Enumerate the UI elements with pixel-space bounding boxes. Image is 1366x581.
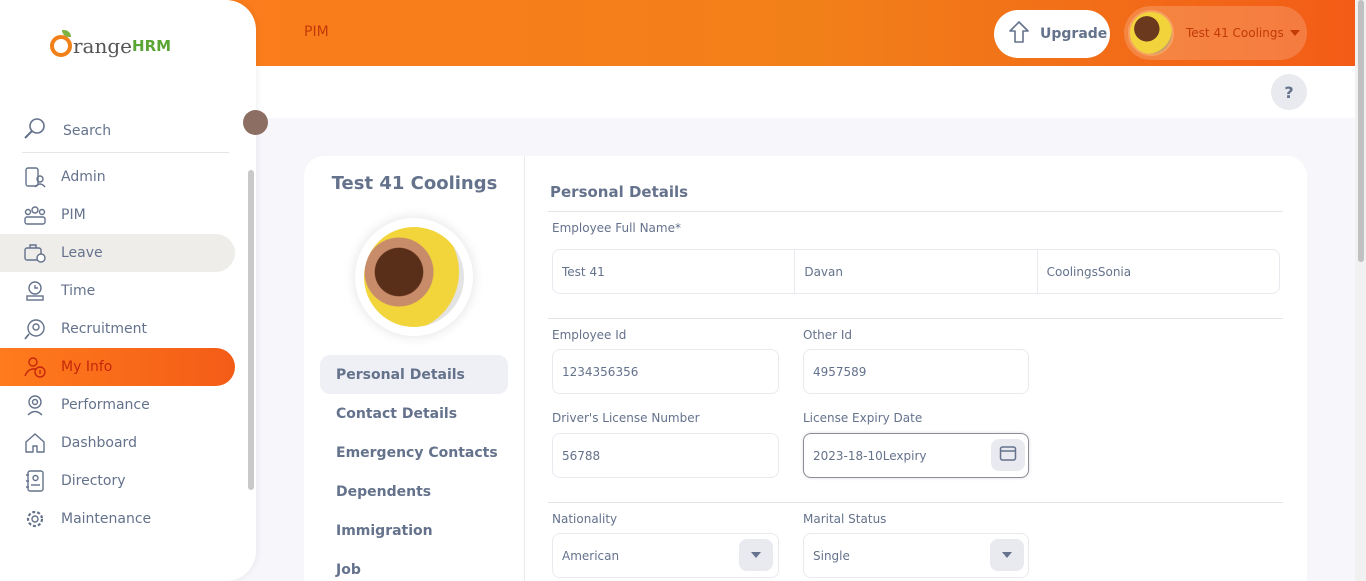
sidebar-item-label: My Info <box>61 359 113 375</box>
section-divider <box>548 211 1283 212</box>
search-icon <box>22 116 48 146</box>
full-name-group: Test 41 Davan CoolingsSonia <box>552 249 1280 294</box>
form-divider <box>548 318 1283 319</box>
nationality-dropdown-button[interactable] <box>739 539 773 571</box>
recruitment-icon <box>23 317 47 341</box>
user-dropdown[interactable]: Test 41 Coolings <box>1124 6 1307 60</box>
employee-avatar <box>364 227 464 327</box>
leave-icon <box>23 241 47 265</box>
chevron-down-icon <box>751 552 761 558</box>
license-expiry-label: License Expiry Date <box>803 411 923 425</box>
other-id-label: Other Id <box>803 328 853 342</box>
calendar-icon <box>999 444 1017 466</box>
page-scrollbar-thumb[interactable] <box>1358 0 1364 262</box>
section-title: Personal Details <box>550 183 689 201</box>
last-name-input[interactable]: CoolingsSonia <box>1038 250 1279 293</box>
tab-dependents[interactable]: Dependents <box>320 472 508 511</box>
other-id-input[interactable]: 4957589 <box>803 349 1029 394</box>
caret-down-icon <box>1289 30 1300 36</box>
sidebar-item-label: Time <box>61 283 96 299</box>
sub-header <box>256 66 1355 118</box>
license-input[interactable]: 56788 <box>552 433 779 478</box>
license-label: Driver's License Number <box>552 411 700 425</box>
sidebar-item-time[interactable]: Time <box>0 272 235 310</box>
tab-contact-details[interactable]: Contact Details <box>320 394 508 433</box>
sidebar-item-dashboard[interactable]: Dashboard <box>0 424 235 462</box>
chevron-down-icon <box>1002 552 1012 558</box>
sidebar-item-directory[interactable]: Directory <box>0 462 235 500</box>
middle-name-input[interactable]: Davan <box>795 250 1038 293</box>
sidebar: range HRM Search Admin PIM Leave Time Re… <box>0 0 256 581</box>
tab-emergency-contacts[interactable]: Emergency Contacts <box>320 433 508 472</box>
user-name: Test 41 Coolings <box>1186 26 1284 40</box>
marital-dropdown-button[interactable] <box>990 539 1024 571</box>
upgrade-label: Upgrade <box>1040 26 1108 42</box>
sidebar-item-label: Performance <box>61 397 150 413</box>
sidebar-search[interactable]: Search <box>22 110 229 153</box>
employee-id-label: Employee Id <box>552 328 627 342</box>
sidebar-item-pim[interactable]: PIM <box>0 196 235 234</box>
sidebar-item-my-info[interactable]: My Info <box>0 348 235 386</box>
myinfo-icon <box>23 355 47 379</box>
sidebar-item-recruitment[interactable]: Recruitment <box>0 310 235 348</box>
calendar-button[interactable] <box>991 439 1025 471</box>
sidebar-item-admin[interactable]: Admin <box>0 158 235 196</box>
orange-logo-icon <box>50 30 72 57</box>
directory-icon <box>23 469 47 493</box>
tab-job[interactable]: Job <box>320 550 508 581</box>
profile-tabs: Personal Details Contact Details Emergen… <box>320 355 508 581</box>
marital-status-label: Marital Status <box>803 512 887 526</box>
sidebar-item-label: PIM <box>61 207 86 223</box>
module-title: PIM <box>304 24 329 40</box>
sidebar-menu: Admin PIM Leave Time Recruitment My Info… <box>0 158 248 538</box>
dashboard-icon <box>23 431 47 455</box>
brand-logo[interactable]: range HRM <box>50 30 171 58</box>
sidebar-scrollbar-thumb[interactable] <box>248 170 254 490</box>
user-avatar <box>1128 10 1174 56</box>
full-name-label: Employee Full Name* <box>552 221 681 235</box>
employee-id-input[interactable]: 1234356356 <box>552 349 779 394</box>
sidebar-item-label: Dashboard <box>61 435 137 451</box>
sidebar-item-performance[interactable]: Performance <box>0 386 235 424</box>
sidebar-item-label: Directory <box>61 473 126 489</box>
form-divider-2 <box>548 502 1283 503</box>
tab-personal-details[interactable]: Personal Details <box>320 355 508 394</box>
pim-icon <box>23 203 47 227</box>
search-label: Search <box>63 123 112 139</box>
performance-icon <box>23 393 47 417</box>
help-button[interactable]: ? <box>1271 74 1307 110</box>
tab-immigration[interactable]: Immigration <box>320 511 508 550</box>
sidebar-item-label: Recruitment <box>61 321 148 337</box>
sidebar-toggle-button[interactable] <box>243 110 268 135</box>
employee-photo[interactable] <box>355 218 473 336</box>
sidebar-item-leave[interactable]: Leave <box>0 234 235 272</box>
first-name-input[interactable]: Test 41 <box>553 250 796 293</box>
upgrade-arrow-icon <box>1008 20 1030 48</box>
sidebar-item-label: Maintenance <box>61 511 152 527</box>
nationality-label: Nationality <box>552 512 618 526</box>
sidebar-item-maintenance[interactable]: Maintenance <box>0 500 235 538</box>
maintenance-icon <box>23 507 47 531</box>
employee-name: Test 41 Coolings <box>331 173 498 194</box>
sidebar-item-label: Admin <box>61 169 106 185</box>
admin-icon <box>23 165 47 189</box>
time-icon <box>23 279 47 303</box>
sidebar-item-label: Leave <box>61 245 103 261</box>
upgrade-button[interactable]: Upgrade <box>994 10 1110 58</box>
